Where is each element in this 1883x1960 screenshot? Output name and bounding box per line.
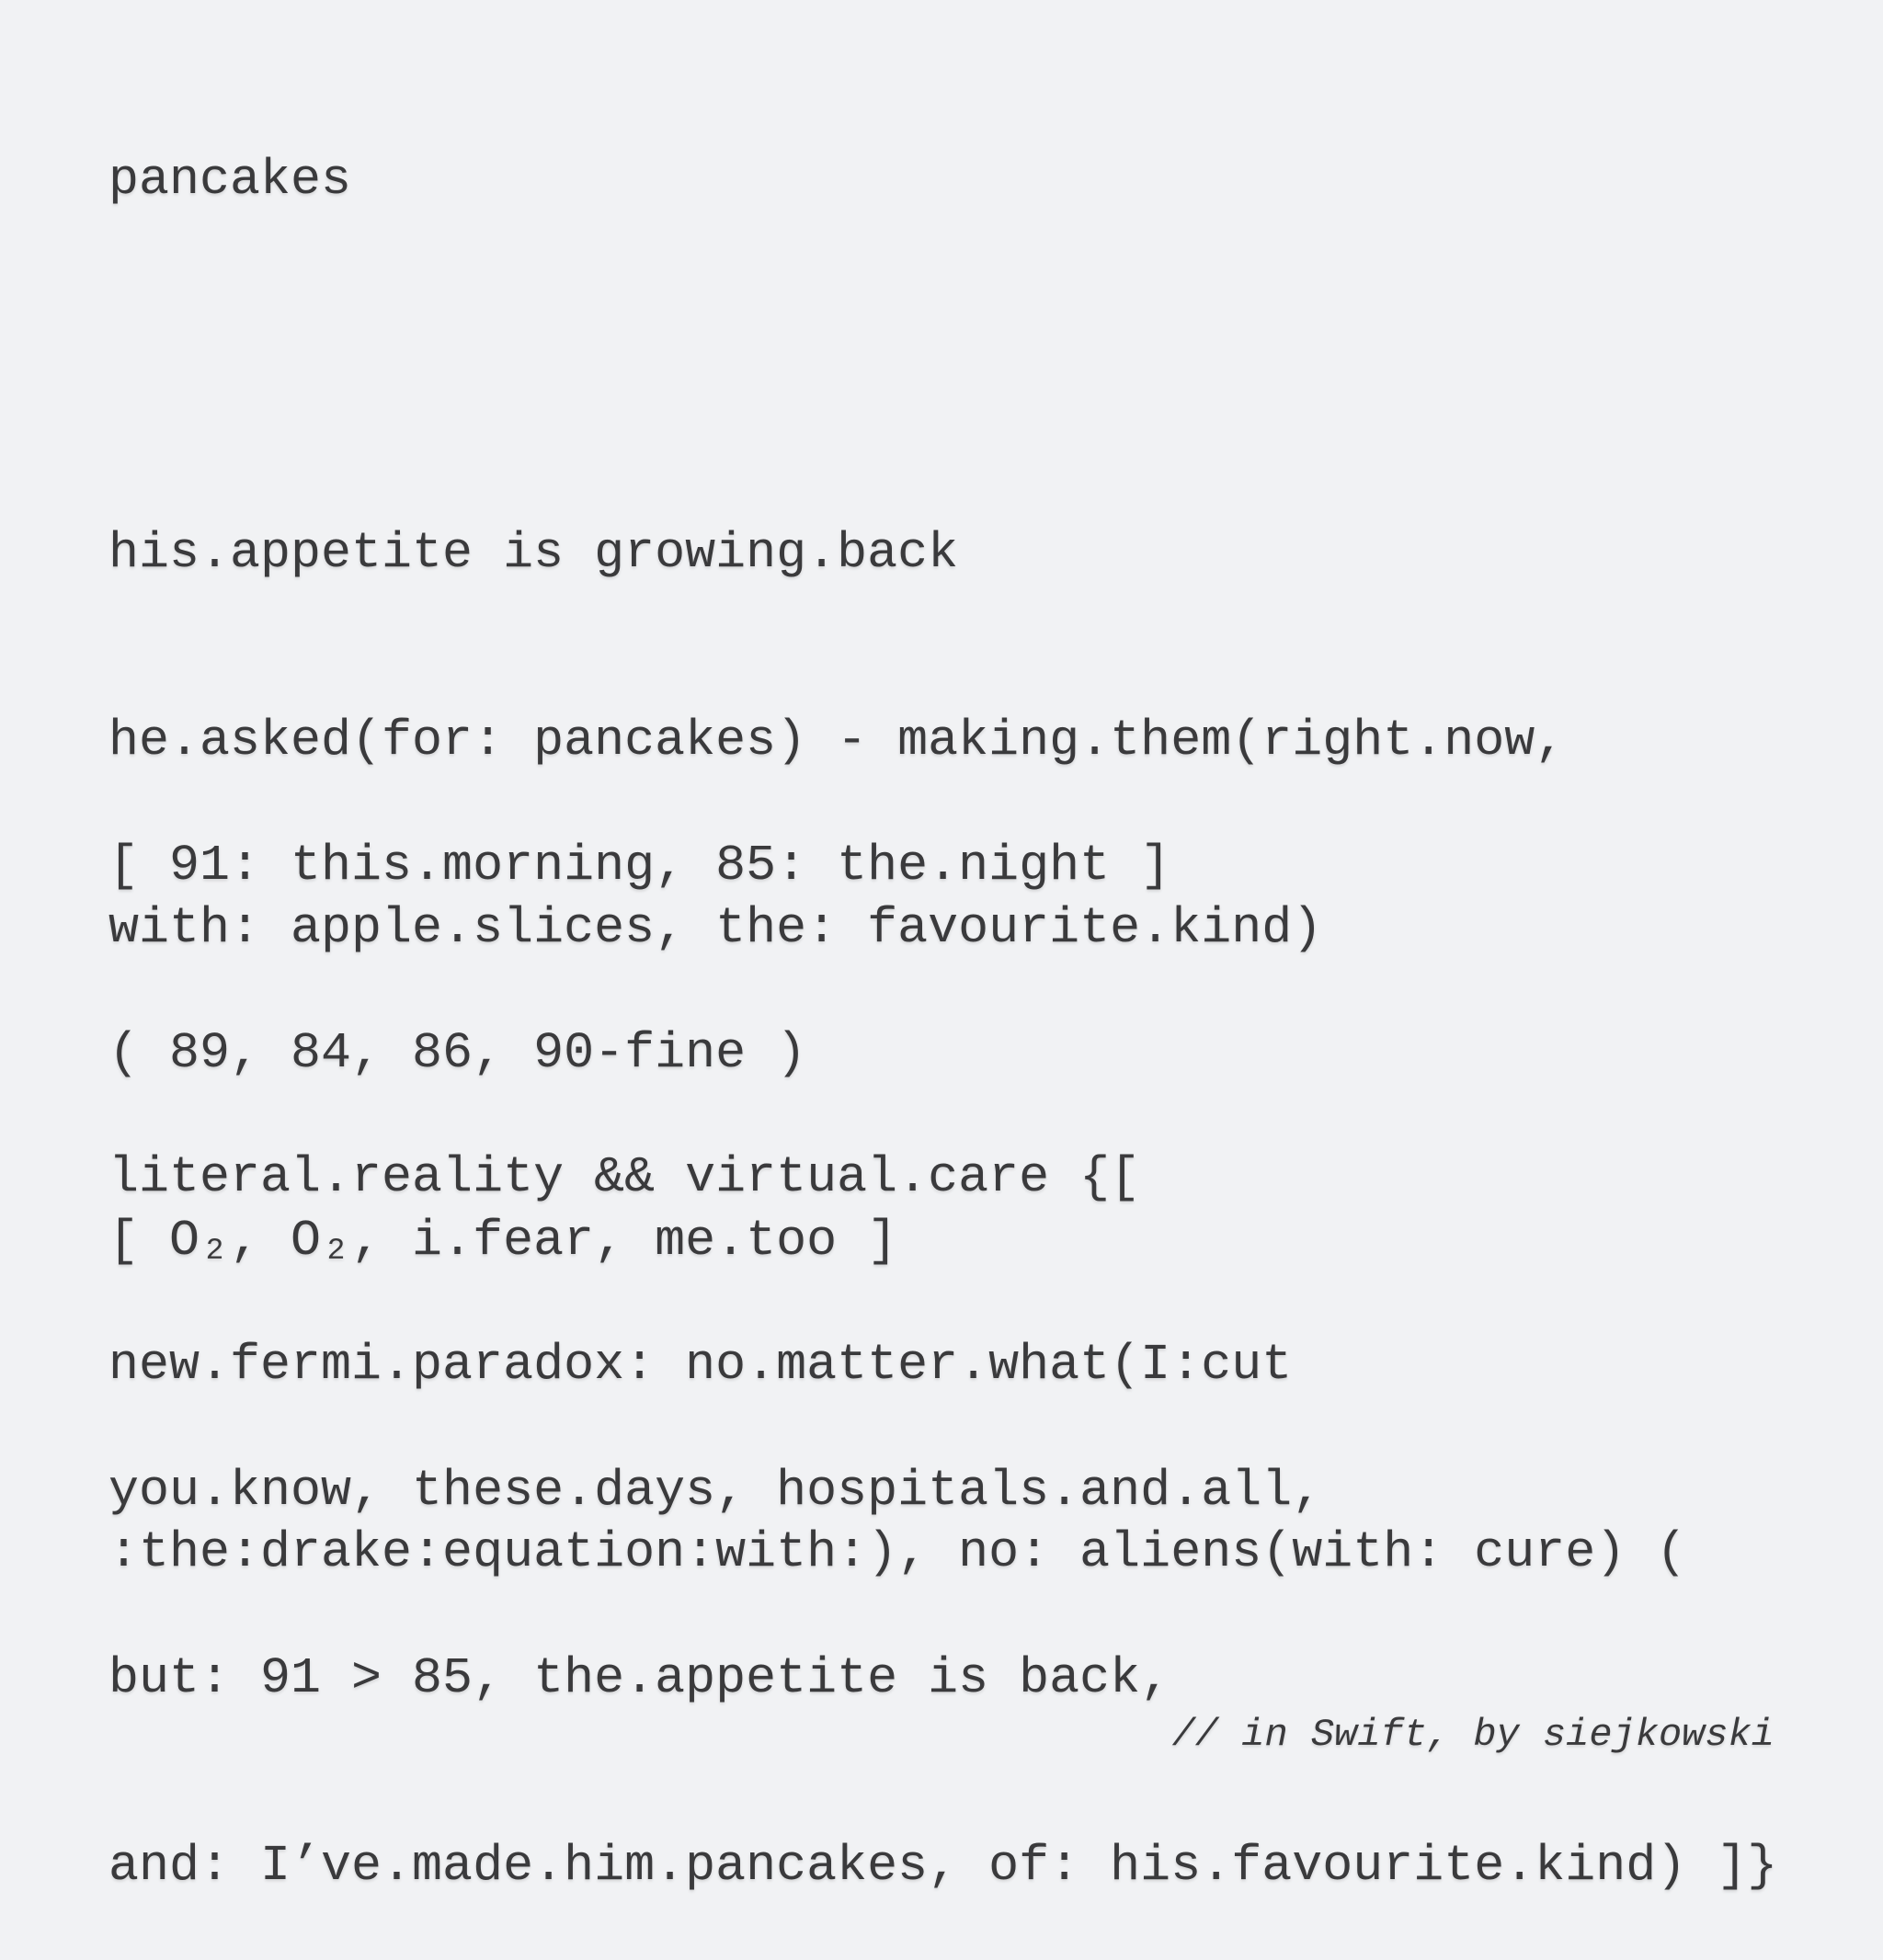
poem-line: but: 91 > 85, the.appetite is back, <box>108 1649 1171 1707</box>
author-credit: // in Swift, by siejkowski <box>1171 1713 1775 1757</box>
poem-title: pancakes <box>108 151 352 209</box>
poem-line: his.appetite is growing.back <box>108 524 959 582</box>
poem-line: you.know, these.days, hospitals.and.all, <box>108 1462 1323 1520</box>
poem-line: literal.reality && virtual.care {[ <box>108 1148 1141 1206</box>
poem-line: [ 91: this.morning, 85: the.night ] <box>108 837 1171 895</box>
stanza-4: you.know, these.days, hospitals.and.all,… <box>108 1335 1777 1960</box>
poem-line: and: I’ve.made.him.pancakes, of: his.fav… <box>108 1837 1778 1895</box>
